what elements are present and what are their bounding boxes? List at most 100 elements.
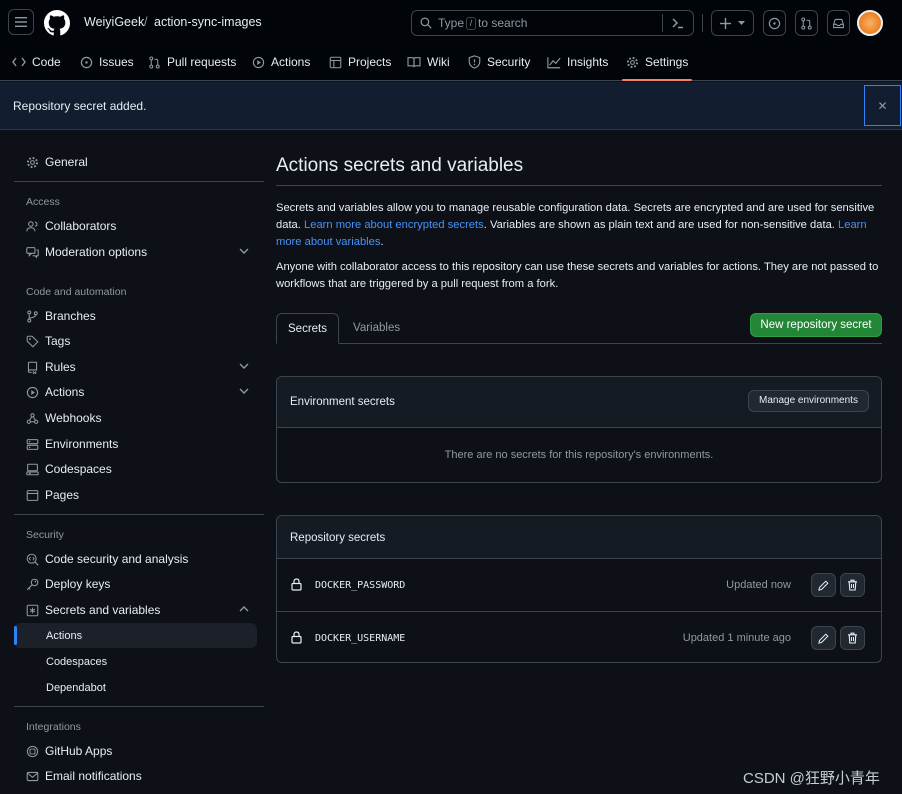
codespaces-icon: [26, 463, 39, 476]
tab-actions-label: Actions: [271, 55, 311, 69]
play-icon: [252, 56, 265, 68]
sidebar-divider: [14, 514, 264, 515]
secret-name: DOCKER_USERNAME: [315, 633, 406, 644]
sidebar-item-deploy-keys[interactable]: Deploy keys: [14, 572, 257, 596]
access-note-paragraph: Anyone with collaborator access to this …: [276, 261, 879, 290]
sidebar-item-label: Moderation options: [45, 245, 148, 259]
chevron-down-icon: [239, 363, 249, 369]
issues-button[interactable]: [763, 10, 786, 36]
sidebar-item-environments[interactable]: Environments: [14, 432, 257, 456]
plus-icon: [719, 17, 731, 29]
tag-icon: [26, 335, 39, 348]
sidebar-item-label: General: [45, 155, 88, 169]
secret-name: DOCKER_PASSWORD: [315, 580, 406, 591]
close-icon: ✕: [877, 98, 888, 113]
sidebar-subitem-actions[interactable]: Actions: [14, 623, 257, 648]
hamburger-icon: [15, 17, 27, 27]
pencil-icon: [818, 579, 829, 591]
delete-secret-button[interactable]: [840, 626, 865, 650]
sidebar-item-email-notifications[interactable]: Email notifications: [14, 764, 257, 788]
sidebar-item-label: Actions: [45, 385, 85, 399]
tab-code[interactable]: Code: [12, 44, 61, 80]
server-icon: [26, 439, 39, 450]
search-placeholder-prefix: Type: [438, 16, 465, 30]
header-divider: [702, 14, 703, 32]
lock-icon: [291, 578, 302, 591]
edit-secret-button[interactable]: [811, 626, 836, 650]
sidebar-item-branches[interactable]: Branches: [14, 304, 257, 328]
flash-message: Repository secret added.: [13, 99, 147, 113]
asterisk-icon: [26, 604, 39, 617]
sidebar-item-general[interactable]: General: [14, 150, 257, 174]
sidebar-item-label: Branches: [45, 309, 96, 323]
menu-button[interactable]: [8, 9, 34, 35]
repository-secrets-box: Repository secrets DOCKER_PASSWORD Updat…: [276, 515, 882, 663]
flash-close-button[interactable]: ✕: [864, 85, 901, 126]
edit-secret-button[interactable]: [811, 573, 836, 597]
comment-discussion-icon: [26, 247, 39, 259]
table-icon: [329, 56, 342, 68]
breadcrumb-separator: /: [144, 15, 148, 29]
book-icon: [407, 57, 421, 68]
tab-security[interactable]: Security: [468, 44, 530, 80]
git-pull-request-icon: [801, 16, 812, 30]
caret-down-icon: [737, 21, 745, 25]
tab-secrets[interactable]: Secrets: [276, 313, 339, 344]
sidebar-item-label: Email notifications: [45, 769, 142, 783]
sidebar-divider: [14, 706, 264, 707]
sidebar-item-label: Pages: [45, 488, 80, 502]
sidebar-item-label: Secrets and variables: [45, 603, 161, 617]
sidebar-item-tags[interactable]: Tags: [14, 329, 257, 353]
sidebar-item-label: Deploy keys: [45, 577, 111, 591]
manage-environments-button[interactable]: Manage environments: [748, 390, 869, 412]
tab-variables[interactable]: Variables: [353, 322, 400, 334]
learn-more-secrets-link[interactable]: Learn more about encrypted secrets: [304, 219, 484, 231]
create-new-button[interactable]: [711, 10, 754, 36]
sidebar-item-rules[interactable]: Rules: [14, 355, 257, 379]
codescan-icon: [26, 553, 39, 566]
pull-requests-button[interactable]: [795, 10, 818, 36]
global-header: WeiyiGeek / action-sync-images Type / to…: [0, 0, 902, 44]
search-input[interactable]: Type / to search: [411, 10, 694, 36]
delete-secret-button[interactable]: [840, 573, 865, 597]
sidebar-item-pages[interactable]: Pages: [14, 483, 257, 507]
graph-icon: [547, 56, 561, 68]
tab-security-label: Security: [487, 55, 531, 69]
sidebar-item-moderation[interactable]: Moderation options: [14, 240, 257, 264]
command-palette-icon[interactable]: [671, 15, 685, 31]
search-shortcut-key: /: [466, 16, 477, 30]
sidebar-subitem-label: Codespaces: [46, 656, 108, 668]
sidebar-item-actions[interactable]: Actions: [14, 380, 257, 404]
sidebar-item-code-security[interactable]: Code security and analysis: [14, 547, 257, 571]
browser-icon: [26, 490, 39, 501]
environment-secrets-box: Environment secrets Manage environments …: [276, 376, 882, 483]
tab-projects[interactable]: Projects: [329, 44, 391, 80]
flash-notice: Repository secret added.: [0, 82, 902, 130]
sidebar-subitem-codespaces[interactable]: Codespaces: [14, 649, 257, 674]
tab-settings[interactable]: Settings: [621, 44, 693, 81]
user-avatar[interactable]: [857, 10, 883, 36]
pencil-icon: [818, 632, 829, 644]
repo-name-link[interactable]: action-sync-images: [154, 15, 262, 29]
key-icon: [26, 578, 39, 591]
inbox-button[interactable]: [827, 10, 850, 36]
sidebar-item-label: Code security and analysis: [45, 552, 189, 566]
repo-owner-link[interactable]: WeiyiGeek: [84, 15, 144, 29]
chevron-down-icon: [239, 248, 249, 254]
new-repository-secret-button[interactable]: New repository secret: [750, 313, 882, 337]
sidebar-heading-code: Code and automation: [26, 286, 127, 298]
github-logo-icon[interactable]: [44, 10, 70, 36]
sidebar-item-codespaces[interactable]: Codespaces: [14, 457, 257, 481]
secret-row: DOCKER_USERNAME Updated 1 minute ago: [277, 611, 881, 662]
sidebar-subitem-dependabot[interactable]: Dependabot: [14, 675, 257, 700]
tab-wiki[interactable]: Wiki: [407, 44, 450, 80]
sidebar-item-github-apps[interactable]: GitHub Apps: [14, 739, 257, 763]
sidebar-item-collaborators[interactable]: Collaborators: [14, 214, 257, 238]
tab-pull-requests[interactable]: Pull requests: [148, 44, 236, 80]
tab-insights[interactable]: Insights: [547, 44, 608, 80]
sidebar-item-secrets-variables[interactable]: Secrets and variables: [14, 598, 257, 622]
sidebar-heading-security: Security: [26, 529, 64, 541]
tab-actions[interactable]: Actions: [252, 44, 310, 80]
sidebar-item-webhooks[interactable]: Webhooks: [14, 406, 257, 430]
tab-issues[interactable]: Issues: [80, 44, 134, 80]
